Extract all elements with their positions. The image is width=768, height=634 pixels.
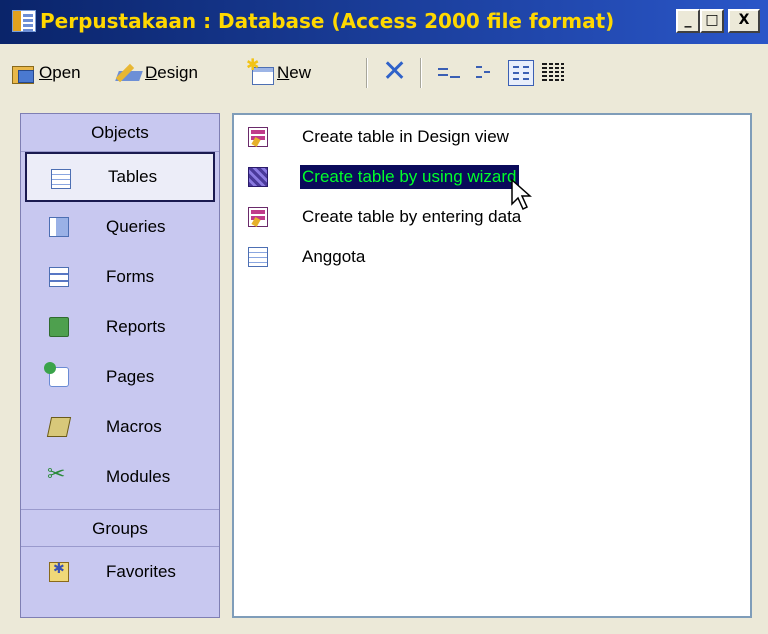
datasheet-icon [248, 207, 268, 227]
macro-icon [46, 417, 72, 437]
list-item-label: Anggota [302, 247, 366, 266]
objects-bar: Objects Tables Queries Forms Reports Pag… [20, 113, 220, 618]
design-label: Design [145, 63, 198, 82]
list-item-label: Create table by entering data [302, 207, 522, 226]
mouse-pointer-icon [511, 178, 532, 211]
database-window-icon[interactable] [12, 10, 36, 32]
large-icons-view-icon[interactable] [436, 60, 462, 86]
design-button[interactable]: Design [116, 58, 198, 88]
open-icon [10, 61, 36, 85]
small-icons-view-icon[interactable] [472, 60, 498, 86]
list-item-selected[interactable]: Create table by using wizard [234, 161, 734, 193]
new-icon [246, 55, 274, 85]
design-view-icon [248, 127, 268, 147]
objects-header[interactable]: Objects [21, 114, 219, 152]
new-label: New [277, 63, 312, 82]
objects-item-macros[interactable]: Macros [21, 402, 219, 452]
objects-item-reports[interactable]: Reports [21, 302, 219, 352]
maximize-button[interactable]: □ [700, 9, 724, 33]
close-button[interactable]: X [728, 9, 760, 33]
wizard-icon [248, 167, 268, 187]
groups-item-label: Favorites [106, 562, 176, 581]
groups-item-favorites[interactable]: Favorites [21, 547, 219, 597]
table-icon [248, 247, 268, 267]
list-item-label: Create table in Design view [302, 127, 509, 146]
window-title: Perpustakaan : Database (Access 2000 fil… [40, 9, 615, 33]
objects-item-pages[interactable]: Pages [21, 352, 219, 402]
details-view-icon[interactable] [540, 60, 566, 86]
objects-item-label: Reports [106, 317, 166, 336]
objects-item-label: Pages [106, 367, 155, 386]
objects-item-tables[interactable]: Tables [25, 152, 215, 202]
objects-item-queries[interactable]: Queries [21, 202, 219, 252]
toolbar-separator [420, 58, 422, 88]
design-icon [116, 61, 142, 85]
list-item[interactable]: Anggota [234, 241, 734, 273]
objects-item-modules[interactable]: Modules [21, 452, 219, 502]
new-button[interactable]: New [246, 55, 312, 88]
objects-item-label: Queries [106, 217, 166, 236]
objects-item-label: Modules [106, 467, 171, 486]
delete-icon[interactable]: ✕ [382, 57, 408, 87]
database-toolbar: Open Design New ✕ [0, 46, 768, 102]
query-icon [49, 217, 69, 237]
groups-header[interactable]: Groups [21, 509, 219, 547]
objects-item-label: Forms [106, 267, 155, 286]
favorites-icon [49, 560, 69, 582]
toolbar-separator [366, 58, 368, 88]
object-list-pane[interactable]: Create table in Design view Create table… [232, 113, 752, 618]
open-label: Open [39, 63, 81, 82]
module-icon [47, 461, 69, 487]
objects-item-label: Tables [108, 167, 158, 186]
list-item[interactable]: Create table by entering data [234, 201, 734, 233]
minimize-button[interactable]: _ [676, 9, 700, 33]
title-bar[interactable]: Perpustakaan : Database (Access 2000 fil… [0, 0, 768, 44]
open-button[interactable]: Open [10, 58, 81, 88]
list-view-icon[interactable] [508, 60, 534, 86]
objects-item-label: Macros [106, 417, 162, 436]
objects-item-forms[interactable]: Forms [21, 252, 219, 302]
report-icon [49, 317, 69, 337]
list-item[interactable]: Create table in Design view [234, 121, 734, 153]
list-item-label: Create table by using wizard [299, 164, 520, 190]
page-icon [44, 362, 69, 387]
form-icon [49, 267, 69, 287]
table-icon [51, 169, 71, 189]
